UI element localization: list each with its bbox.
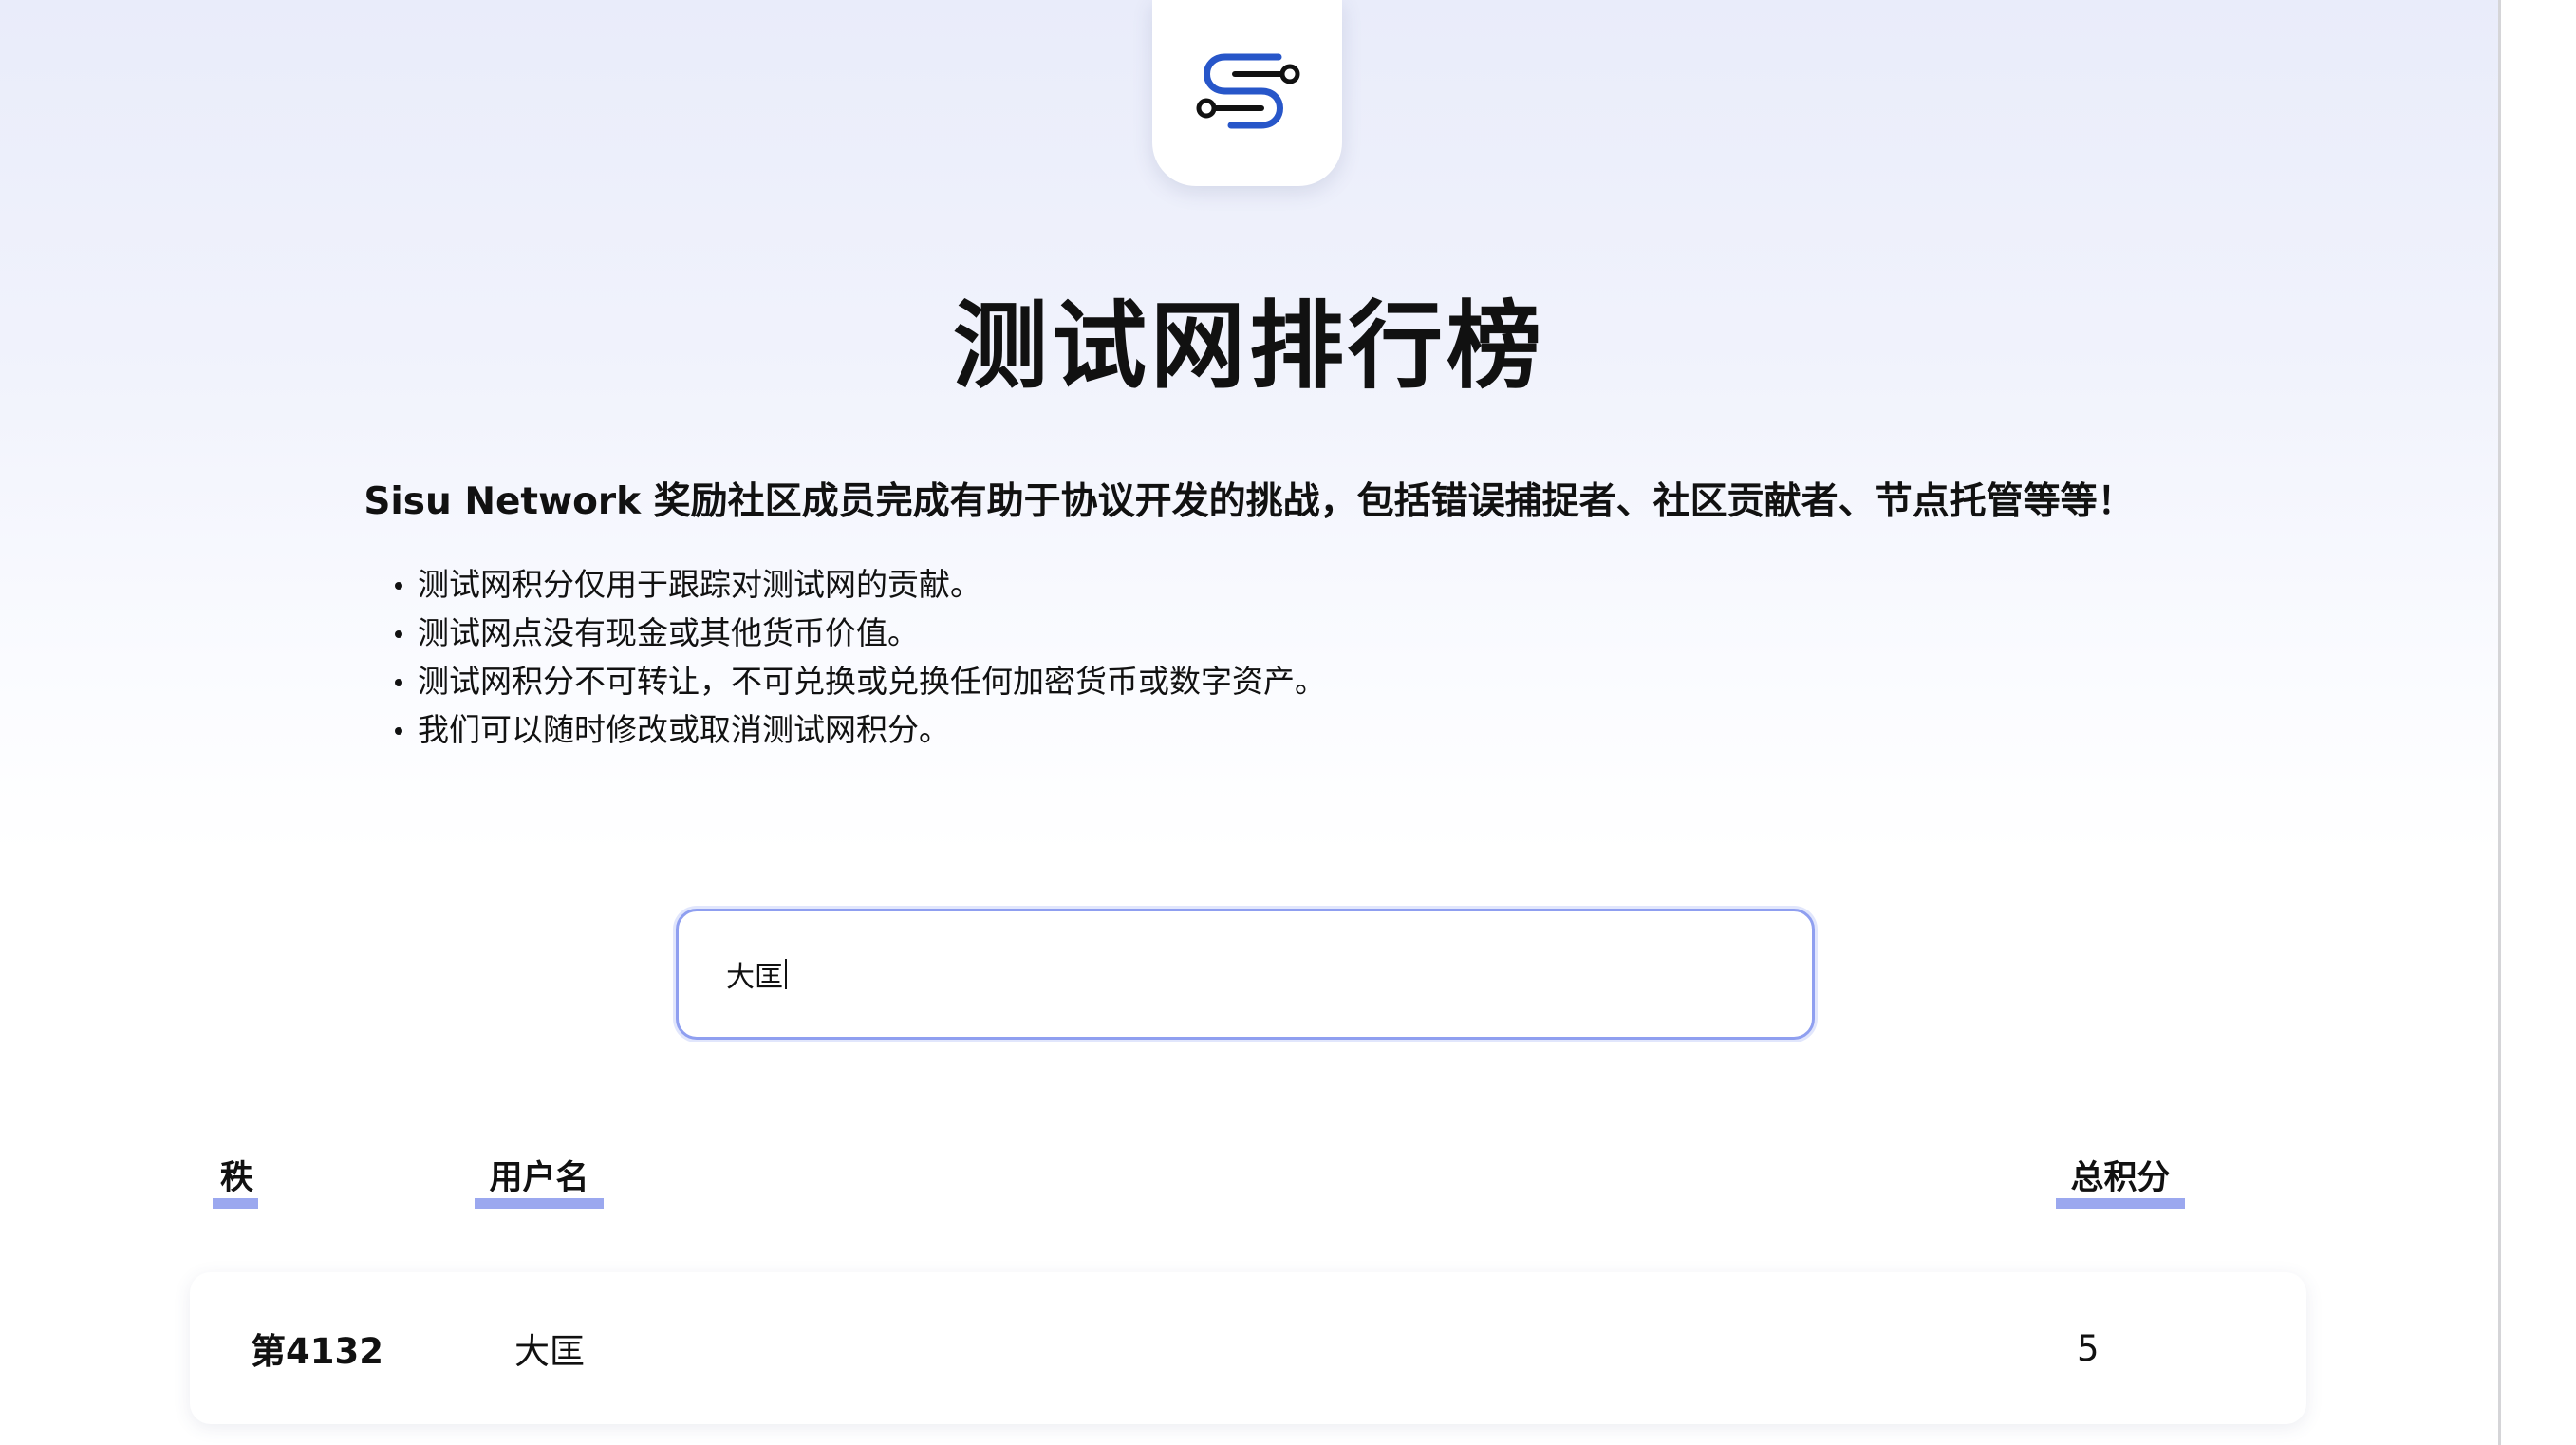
sisu-logo-icon [1196, 53, 1300, 129]
column-header-username[interactable]: 用户名 [475, 1151, 604, 1209]
username-cell: 大匡 [514, 1331, 585, 1372]
disclaimer-item: 测试网积分仅用于跟踪对测试网的贡献。 [389, 560, 1326, 609]
column-header-username-label: 用户名 [489, 1159, 589, 1197]
table-row[interactable]: 第4132 大匡 5 [190, 1272, 2306, 1424]
column-header-underline [475, 1198, 604, 1209]
disclaimer-list: 测试网积分仅用于跟踪对测试网的贡献。 测试网点没有现金或其他货币价值。 测试网积… [389, 560, 1326, 754]
leaderboard-page: 测试网排行榜 Sisu Network 奖励社区成员完成有助于协议开发的挑战，包… [0, 0, 2498, 1445]
sisu-logo [1152, 0, 1342, 186]
points-cell: 5 [2077, 1327, 2100, 1369]
disclaimer-item: 测试网积分不可转让，不可兑换或兑换任何加密货币或数字资产。 [389, 657, 1326, 705]
disclaimer-item: 我们可以随时修改或取消测试网积分。 [389, 705, 1326, 754]
rank-cell: 第4132 [251, 1331, 383, 1372]
column-header-rank-label: 秩 [220, 1159, 254, 1197]
column-header-points-label: 总积分 [2070, 1159, 2171, 1197]
text-caret [785, 959, 787, 989]
search-input-value: 大匡 [726, 961, 783, 994]
column-header-underline [213, 1198, 258, 1209]
page-title: 测试网排行榜 [953, 291, 1545, 402]
column-header-points[interactable]: 总积分 [2056, 1151, 2185, 1209]
column-header-rank[interactable]: 秩 [213, 1151, 258, 1209]
search-input[interactable]: 大匡 [676, 909, 1815, 1040]
intro-text: Sisu Network 奖励社区成员完成有助于协议开发的挑战，包括错误捕捉者、… [364, 480, 2135, 523]
column-header-underline [2056, 1198, 2185, 1209]
disclaimer-item: 测试网点没有现金或其他货币价值。 [389, 609, 1326, 657]
window-edge [2498, 0, 2576, 1445]
